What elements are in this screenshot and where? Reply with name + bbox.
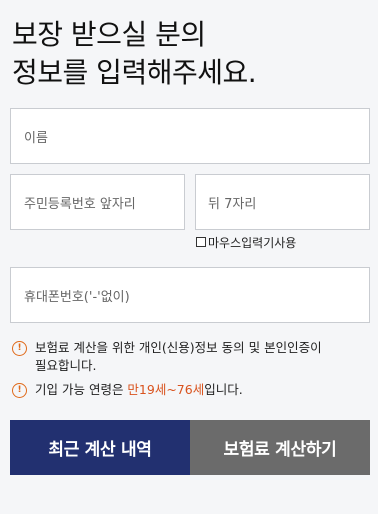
mouse-input-label: 마우스입력기사용 [208,235,297,250]
name-placeholder: 이름 [24,130,48,146]
recent-calculation-button[interactable]: 최근 계산 내역 [10,420,190,475]
age-notice-text: 기입 가능 연령은 만19세~76세입니다. [35,381,243,399]
age-notice-prefix: 기입 가능 연령은 [35,382,128,397]
recent-calculation-label: 최근 계산 내역 [48,440,152,460]
consent-notice: ! 보험료 계산을 위한 개인(신용)정보 동의 및 본인인증이 필요합니다. [12,339,322,375]
calculate-premium-label: 보험료 계산하기 [223,440,337,460]
mouse-input-toggle[interactable]: 마우스입력기사용 [196,234,296,250]
calculate-premium-button[interactable]: 보험료 계산하기 [190,420,370,475]
rrn-front-input[interactable]: 주민등록번호 앞자리 [10,174,185,230]
rrn-back-placeholder: 뒤 7자리 [208,196,257,212]
exclamation-icon: ! [12,383,27,398]
consent-notice-line2: 필요합니다. [35,358,97,373]
page-title-line2: 정보를 입력해주세요. [12,56,257,89]
mouse-input-checkbox[interactable] [196,237,206,247]
phone-input[interactable]: 휴대폰번호('-'없이) [10,267,370,323]
rrn-front-placeholder: 주민등록번호 앞자리 [24,196,136,212]
rrn-back-input[interactable]: 뒤 7자리 [195,174,370,230]
insurance-info-page: 보장 받으실 분의 정보를 입력해주세요. 이름 주민등록번호 앞자리 뒤 7자… [0,0,378,514]
page-title: 보장 받으실 분의 정보를 입력해주세요. [12,16,257,92]
name-input[interactable]: 이름 [10,108,370,164]
page-title-line1: 보장 받으실 분의 [12,18,206,51]
consent-notice-text: 보험료 계산을 위한 개인(신용)정보 동의 및 본인인증이 필요합니다. [35,339,322,375]
age-range-highlight: 만19세~76세 [127,382,205,397]
age-notice: ! 기입 가능 연령은 만19세~76세입니다. [12,381,243,399]
consent-notice-line1: 보험료 계산을 위한 개인(신용)정보 동의 및 본인인증이 [35,340,322,355]
phone-placeholder: 휴대폰번호('-'없이) [24,289,130,305]
exclamation-icon: ! [12,341,27,356]
age-notice-suffix: 입니다. [204,382,243,397]
